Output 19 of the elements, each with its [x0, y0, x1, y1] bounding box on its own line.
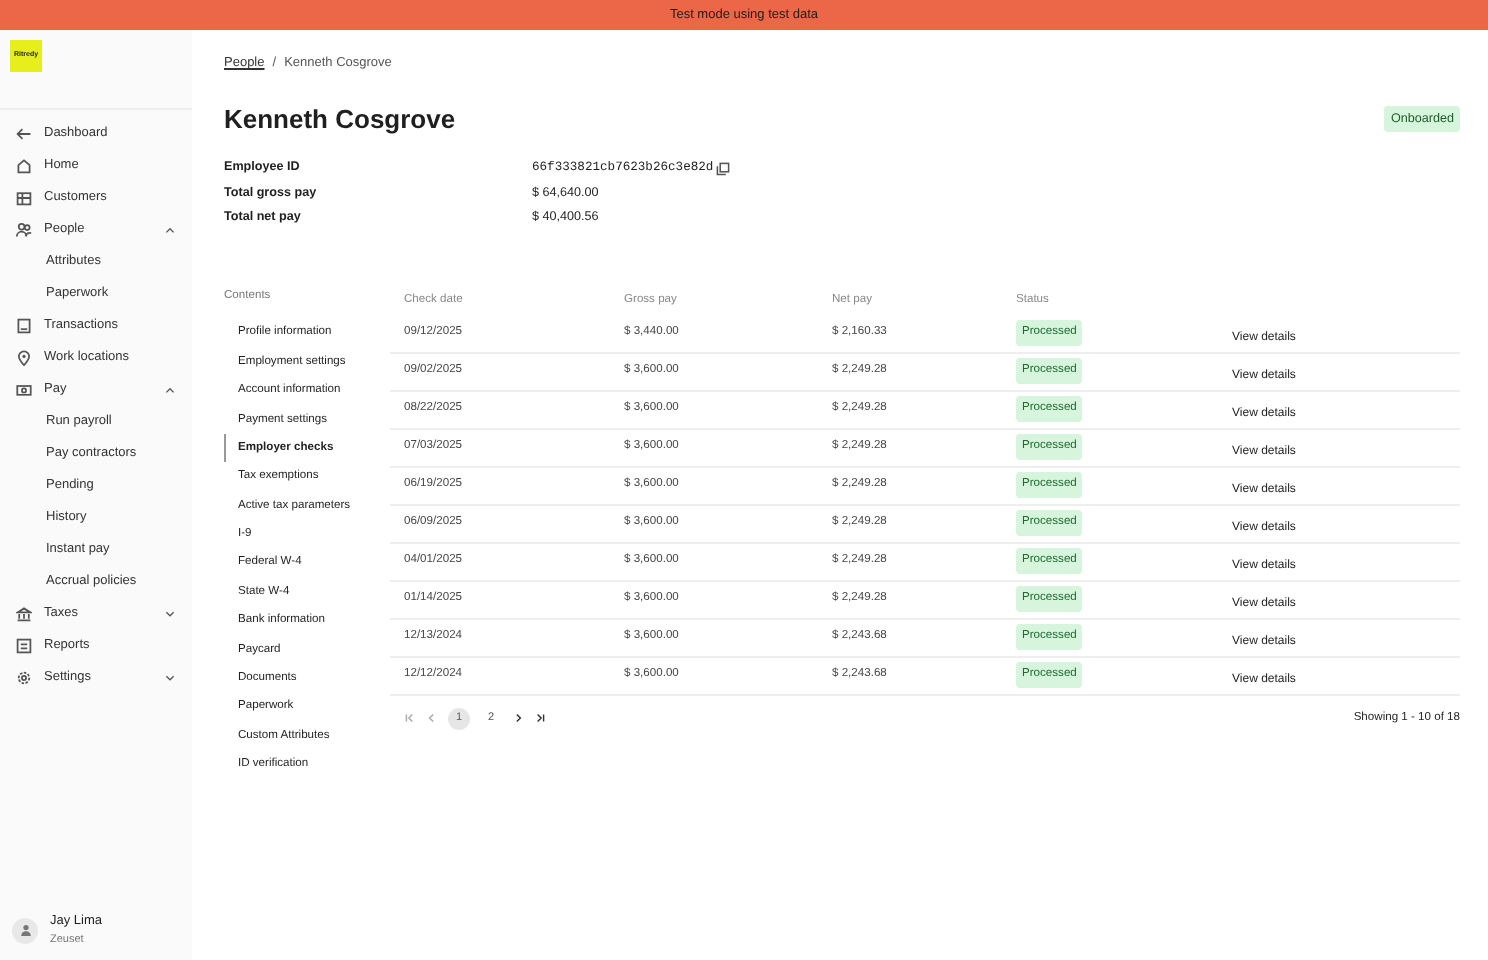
copy-icon[interactable]	[716, 161, 731, 176]
location-pin-icon	[16, 350, 32, 366]
next-page-icon[interactable]	[512, 712, 524, 725]
bank-icon	[16, 606, 32, 622]
last-page-icon[interactable]	[534, 712, 546, 725]
chevron-up-icon[interactable]	[164, 384, 176, 396]
people-icon	[16, 222, 32, 238]
building-icon	[16, 190, 32, 206]
avatar-icon[interactable]	[12, 917, 38, 943]
money-icon	[16, 382, 32, 398]
chevron-up-icon[interactable]	[164, 224, 176, 236]
chevron-down-icon[interactable]	[164, 608, 176, 620]
report-icon	[16, 638, 32, 654]
page-title: Kenneth Cosgrove	[224, 103, 456, 135]
document-icon	[16, 318, 32, 334]
chevron-down-icon[interactable]	[164, 672, 176, 684]
arrow-left-icon	[16, 126, 32, 142]
home-icon	[16, 158, 32, 174]
settings-icon	[16, 670, 32, 686]
